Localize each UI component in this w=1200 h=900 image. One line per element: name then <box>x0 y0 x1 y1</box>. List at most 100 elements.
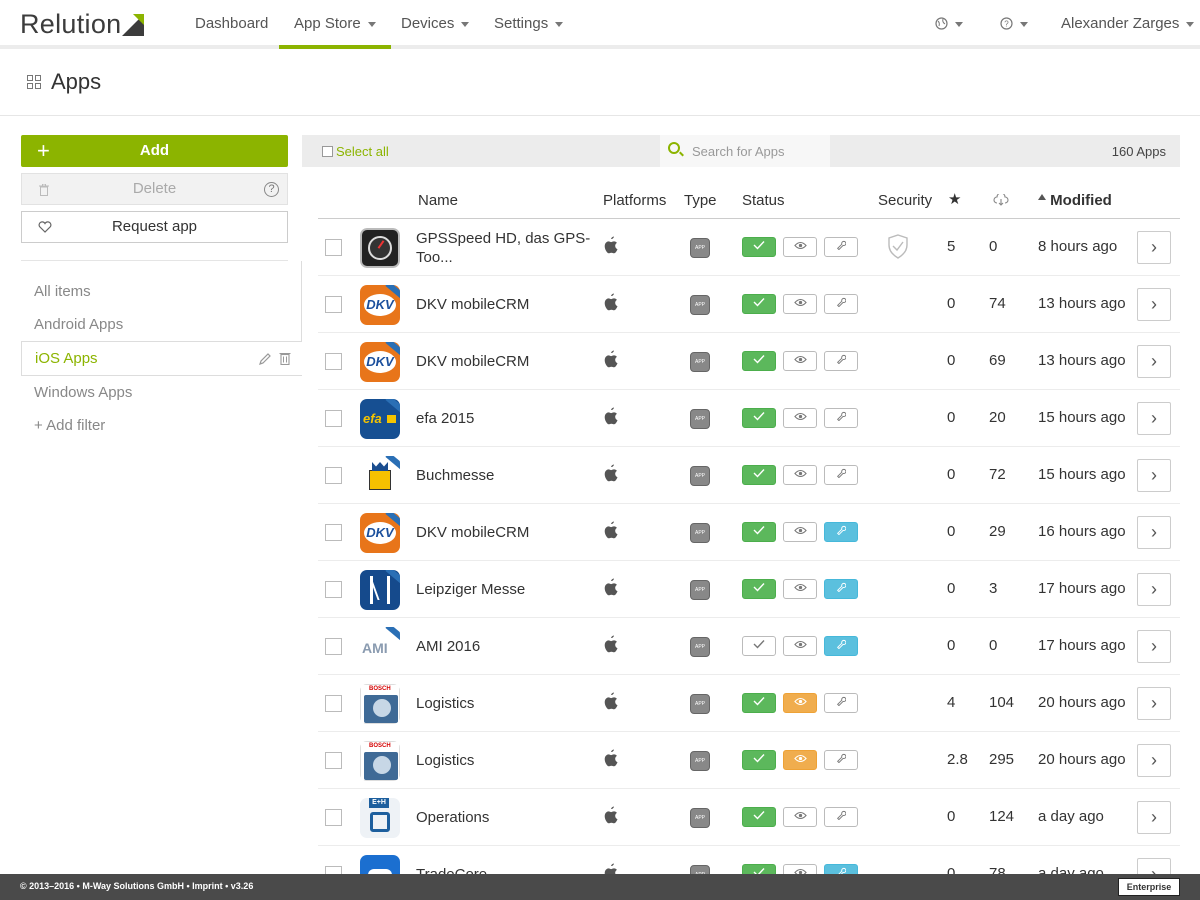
approve-toggle[interactable] <box>742 351 776 371</box>
table-row[interactable]: BOSCH Logistics APP 2.8 295 20 hours ago › <box>318 732 1180 789</box>
table-row[interactable]: GPSSpeed HD, das GPS-Too... APP 5 0 8 hours … <box>318 219 1180 276</box>
configuration-toggle[interactable] <box>824 351 858 371</box>
table-row[interactable]: Buchmesse APP 0 72 15 hours ago › <box>318 447 1180 504</box>
approve-toggle[interactable] <box>742 807 776 827</box>
user-menu[interactable]: Alexander Zarges <box>1061 0 1195 49</box>
open-details-button[interactable]: › <box>1137 459 1171 492</box>
downloads-icon[interactable] <box>993 194 1009 206</box>
trash-icon[interactable] <box>279 351 291 365</box>
open-details-button[interactable]: › <box>1137 744 1171 777</box>
app-name[interactable]: Logistics <box>416 694 596 713</box>
app-name[interactable]: GPSSpeed HD, das GPS-Too... <box>416 229 596 267</box>
open-details-button[interactable]: › <box>1137 231 1171 264</box>
app-name[interactable]: DKV mobileCRM <box>416 352 596 371</box>
visibility-toggle[interactable] <box>783 408 817 428</box>
delete-button[interactable]: Delete ? <box>21 173 288 205</box>
row-checkbox[interactable] <box>325 524 342 541</box>
open-details-button[interactable]: › <box>1137 402 1171 435</box>
visibility-toggle[interactable] <box>783 237 817 257</box>
configuration-toggle[interactable] <box>824 750 858 770</box>
column-security[interactable]: Security <box>878 192 932 209</box>
approve-toggle[interactable] <box>742 237 776 257</box>
approve-toggle[interactable] <box>742 579 776 599</box>
add-button[interactable]: + Add <box>21 135 288 167</box>
filter-android-apps[interactable]: Android Apps <box>34 316 123 333</box>
visibility-toggle[interactable] <box>783 807 817 827</box>
approve-toggle[interactable] <box>742 408 776 428</box>
app-name[interactable]: Operations <box>416 808 596 827</box>
configuration-toggle[interactable] <box>824 579 858 599</box>
filter-windows-apps[interactable]: Windows Apps <box>34 384 132 401</box>
app-name[interactable]: efa 2015 <box>416 409 596 428</box>
table-row[interactable]: DKV DKV mobileCRM APP 0 69 13 hours ago › <box>318 333 1180 390</box>
open-details-button[interactable]: › <box>1137 288 1171 321</box>
row-checkbox[interactable] <box>325 239 342 256</box>
configuration-toggle[interactable] <box>824 408 858 428</box>
table-row[interactable]: E+H Operations APP 0 124 a day ago › <box>318 789 1180 846</box>
nav-devices[interactable]: Devices <box>401 0 470 49</box>
table-row[interactable]: efa efa 2015 APP 0 20 15 hours ago › <box>318 390 1180 447</box>
open-details-button[interactable]: › <box>1137 687 1171 720</box>
visibility-toggle[interactable] <box>783 693 817 713</box>
table-row[interactable]: Leipziger Messe APP 0 3 17 hours ago › <box>318 561 1180 618</box>
request-app-button[interactable]: Request app <box>21 211 288 243</box>
configuration-toggle[interactable] <box>824 237 858 257</box>
nav-app-store[interactable]: App Store <box>279 0 391 49</box>
open-details-button[interactable]: › <box>1137 516 1171 549</box>
visibility-toggle[interactable] <box>783 636 817 656</box>
row-checkbox[interactable] <box>325 638 342 655</box>
app-name[interactable]: AMI 2016 <box>416 637 596 656</box>
row-checkbox[interactable] <box>325 695 342 712</box>
approve-toggle[interactable] <box>742 465 776 485</box>
configuration-toggle[interactable] <box>824 807 858 827</box>
configuration-toggle[interactable] <box>824 465 858 485</box>
visibility-toggle[interactable] <box>783 351 817 371</box>
row-checkbox[interactable] <box>325 296 342 313</box>
row-checkbox[interactable] <box>325 809 342 826</box>
add-filter-link[interactable]: + Add filter <box>34 417 105 434</box>
column-status[interactable]: Status <box>742 192 785 209</box>
app-name[interactable]: Logistics <box>416 751 596 770</box>
app-name[interactable]: Buchmesse <box>416 466 596 485</box>
app-name[interactable]: DKV mobileCRM <box>416 295 596 314</box>
app-name[interactable]: DKV mobileCRM <box>416 523 596 542</box>
row-checkbox[interactable] <box>325 467 342 484</box>
approve-toggle[interactable] <box>742 294 776 314</box>
row-checkbox[interactable] <box>325 581 342 598</box>
column-platforms[interactable]: Platforms <box>603 192 666 209</box>
configuration-toggle[interactable] <box>824 636 858 656</box>
configuration-toggle[interactable] <box>824 693 858 713</box>
approve-toggle[interactable] <box>742 750 776 770</box>
app-name[interactable]: Leipziger Messe <box>416 580 596 599</box>
brand-logo[interactable]: Relution <box>20 9 145 40</box>
table-row[interactable]: DKV DKV mobileCRM APP 0 74 13 hours ago › <box>318 276 1180 333</box>
approve-toggle[interactable] <box>742 636 776 656</box>
pencil-icon[interactable] <box>258 352 272 366</box>
help-menu[interactable]: ? <box>1000 0 1028 49</box>
search-input[interactable]: Search for Apps <box>660 135 830 167</box>
column-type[interactable]: Type <box>684 192 717 209</box>
row-checkbox[interactable] <box>325 752 342 769</box>
nav-dashboard[interactable]: Dashboard <box>195 0 268 49</box>
table-row[interactable]: BOSCH Logistics APP 4 104 20 hours ago › <box>318 675 1180 732</box>
filter-all-items[interactable]: All items <box>34 283 91 300</box>
approve-toggle[interactable] <box>742 522 776 542</box>
column-modified[interactable]: Modified <box>1038 192 1112 209</box>
table-row[interactable]: DKV DKV mobileCRM APP 0 29 16 hours ago › <box>318 504 1180 561</box>
help-icon[interactable]: ? <box>264 182 279 197</box>
visibility-toggle[interactable] <box>783 522 817 542</box>
visibility-toggle[interactable] <box>783 294 817 314</box>
select-all-checkbox[interactable]: Select all <box>322 144 389 159</box>
visibility-toggle[interactable] <box>783 465 817 485</box>
configuration-toggle[interactable] <box>824 522 858 542</box>
approve-toggle[interactable] <box>742 693 776 713</box>
table-row[interactable]: AMI AMI 2016 APP 0 0 17 hours ago › <box>318 618 1180 675</box>
open-details-button[interactable]: › <box>1137 345 1171 378</box>
open-details-button[interactable]: › <box>1137 573 1171 606</box>
open-details-button[interactable]: › <box>1137 630 1171 663</box>
visibility-toggle[interactable] <box>783 750 817 770</box>
visibility-toggle[interactable] <box>783 579 817 599</box>
row-checkbox[interactable] <box>325 353 342 370</box>
filter-ios-apps[interactable]: iOS Apps <box>21 341 302 376</box>
open-details-button[interactable]: › <box>1137 801 1171 834</box>
